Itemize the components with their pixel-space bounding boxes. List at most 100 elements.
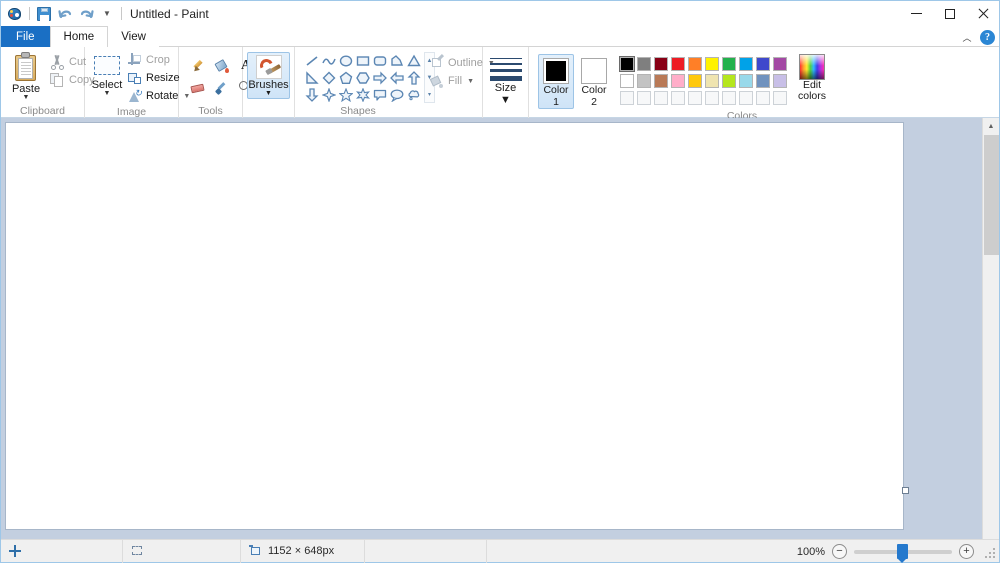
palette-swatch-2-8[interactable] [737,72,754,89]
tool-pencil[interactable] [188,56,208,76]
palette-swatch-3-1[interactable] [618,89,635,106]
paint-palette-icon[interactable] [5,4,25,24]
palette-swatch-1-7[interactable] [720,55,737,72]
palette-swatch-3-6[interactable] [703,89,720,106]
tool-fill-with-color[interactable] [212,56,232,76]
help-icon[interactable]: ? [980,30,995,45]
palette-swatch-3-10[interactable] [771,89,788,106]
palette-swatch-2-3[interactable] [652,72,669,89]
save-icon[interactable] [34,4,54,24]
palette-swatch-1-8[interactable] [737,55,754,72]
customize-quick-access-icon[interactable]: ▼ [97,4,117,24]
scroll-up-arrow[interactable]: ▲ [983,118,1000,135]
tab-home[interactable]: Home [49,26,109,47]
shape-polygon[interactable] [389,52,405,69]
shape-triangle[interactable] [406,52,422,69]
palette-swatch-2-4[interactable] [669,72,686,89]
palette-swatch-3-5[interactable] [686,89,703,106]
palette-swatch-1-9[interactable] [754,55,771,72]
palette-swatch-2-5[interactable] [686,72,703,89]
shape-rounded-rectangle[interactable] [372,52,388,69]
shape-left-arrow[interactable] [389,69,405,86]
chevron-down-icon[interactable]: ▼ [104,90,111,97]
palette-swatch-3-9[interactable] [754,89,771,106]
shape-oval-callout[interactable] [389,86,405,103]
select-button[interactable]: Select ▼ [90,50,124,97]
shape-rectangle[interactable] [355,52,371,69]
palette-swatch-2-7[interactable] [720,72,737,89]
palette-swatch-2-2[interactable] [635,72,652,89]
minimize-button[interactable] [900,1,933,26]
color1-button[interactable]: Color 1 [538,54,574,109]
shape-diamond[interactable] [321,69,337,86]
tool-eraser[interactable] [188,78,208,98]
shape-right-triangle[interactable] [304,69,320,86]
shape-cloud-callout[interactable] [406,86,422,103]
ribbon-group-brushes: Brushes ▼ [243,47,295,118]
palette-swatch-1-10[interactable] [771,55,788,72]
shape-rounded-rectangular-callout[interactable] [372,86,388,103]
palette-swatch-1-3[interactable] [652,55,669,72]
status-bar: 1152 × 648px 100% − + [1,539,999,563]
zoom-slider-thumb[interactable] [897,544,908,563]
color-spectrum-icon [799,54,825,80]
color2-button[interactable]: Color 2 [576,54,612,109]
zoom-in-button[interactable]: + [959,544,974,559]
swatch-color [704,56,719,71]
swatch-color [704,90,719,105]
shape-line[interactable] [304,52,320,69]
swatch-color [738,90,753,105]
chevron-down-icon[interactable]: ▼ [265,90,272,97]
shape-curve[interactable] [321,52,337,69]
undo-icon[interactable] [55,4,75,24]
resize-grip[interactable] [983,546,995,558]
palette-swatch-1-4[interactable] [669,55,686,72]
shape-hexagon[interactable] [355,69,371,86]
tool-color-picker[interactable] [212,78,232,98]
shape-five-point-star[interactable] [338,86,354,103]
drawing-canvas[interactable] [5,122,904,530]
shape-down-arrow[interactable] [304,86,320,103]
chevron-up-icon[interactable]: ︿ [960,31,974,44]
shape-pentagon[interactable] [338,69,354,86]
palette-swatch-3-4[interactable] [669,89,686,106]
shape-oval[interactable] [338,52,354,69]
eyedropper-icon [214,81,229,96]
palette-swatch-2-6[interactable] [703,72,720,89]
size-button[interactable]: Size ▼ [484,53,528,106]
chevron-down-icon[interactable]: ▼ [467,78,474,85]
palette-swatch-3-2[interactable] [635,89,652,106]
tab-view[interactable]: View [108,26,159,47]
chevron-down-icon[interactable]: ▼ [500,94,511,106]
palette-swatch-1-6[interactable] [703,55,720,72]
edit-colors-button[interactable]: Edit colors [790,51,834,102]
shape-right-arrow[interactable] [372,69,388,86]
palette-swatch-3-8[interactable] [737,89,754,106]
close-button[interactable] [966,1,999,26]
shape-up-arrow[interactable] [406,69,422,86]
palette-swatch-2-1[interactable] [618,72,635,89]
maximize-button[interactable] [933,1,966,26]
brushes-button[interactable]: Brushes ▼ [247,52,290,99]
palette-swatch-1-1[interactable] [618,55,635,72]
canvas-resize-handle[interactable] [902,487,909,494]
shape-four-point-star[interactable] [321,86,337,103]
zoom-controls: 100% − + [795,540,995,563]
palette-swatch-2-9[interactable] [754,72,771,89]
palette-swatch-1-5[interactable] [686,55,703,72]
zoom-out-button[interactable]: − [832,544,847,559]
palette-swatch-2-10[interactable] [771,72,788,89]
scrollbar-thumb[interactable] [984,135,999,255]
paste-button[interactable]: Paste ▼ [6,50,46,101]
vertical-scrollbar[interactable]: ▲ [982,118,999,539]
shape-six-point-star[interactable] [355,86,371,103]
palette-swatch-3-7[interactable] [720,89,737,106]
redo-icon[interactable] [76,4,96,24]
palette-swatch-3-3[interactable] [652,89,669,106]
tab-file[interactable]: File [1,26,50,47]
chevron-down-icon[interactable]: ▼ [23,94,30,101]
status-file-size [365,539,487,563]
swatch-color [636,56,651,71]
palette-swatch-1-2[interactable] [635,55,652,72]
zoom-slider[interactable] [854,544,952,563]
